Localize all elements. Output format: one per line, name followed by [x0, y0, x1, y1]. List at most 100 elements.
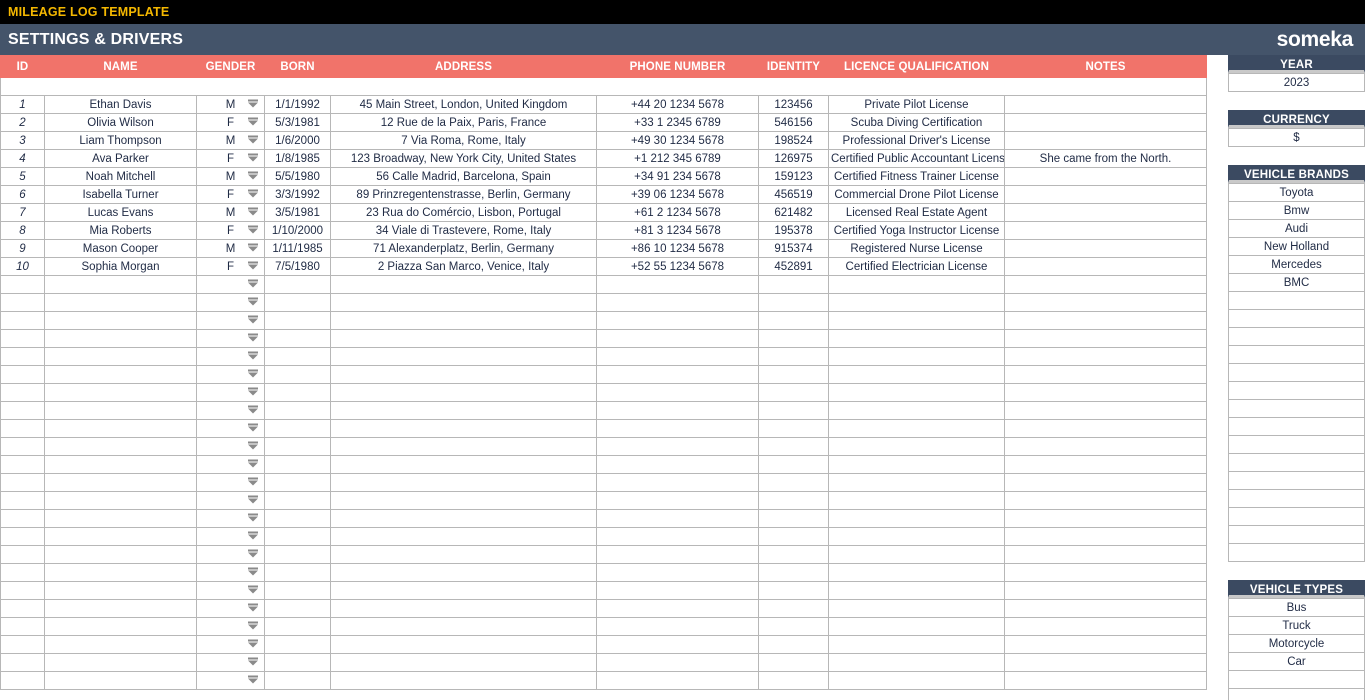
- cell-phone[interactable]: +86 10 1234 5678: [596, 239, 759, 258]
- cell-name[interactable]: Sophia Morgan: [44, 257, 197, 276]
- cell-notes[interactable]: [1004, 455, 1207, 474]
- cell-phone[interactable]: [596, 671, 759, 690]
- chevron-down-icon[interactable]: [248, 495, 258, 503]
- cell-name[interactable]: Noah Mitchell: [44, 167, 197, 186]
- cell-address[interactable]: [330, 599, 597, 618]
- cell-notes[interactable]: [1004, 509, 1207, 528]
- cell-phone[interactable]: [596, 275, 759, 294]
- cell-address[interactable]: [330, 635, 597, 654]
- cell-identity[interactable]: [758, 419, 829, 438]
- cell-gender[interactable]: F: [196, 257, 265, 276]
- cell-name[interactable]: [44, 617, 197, 636]
- column-header-identity[interactable]: IDENTITY: [758, 55, 829, 78]
- column-header-notes[interactable]: NOTES: [1004, 55, 1207, 78]
- cell-born[interactable]: 7/5/1980: [264, 257, 331, 276]
- cell-born[interactable]: 5/3/1981: [264, 113, 331, 132]
- vehicle-brand-value[interactable]: BMC: [1228, 273, 1365, 292]
- chevron-down-icon[interactable]: [248, 675, 258, 683]
- chevron-down-icon[interactable]: [248, 441, 258, 449]
- cell-address[interactable]: 89 Prinzregentenstrasse, Berlin, Germany: [330, 185, 597, 204]
- chevron-down-icon[interactable]: [248, 387, 258, 395]
- cell-address[interactable]: [330, 617, 597, 636]
- cell-name[interactable]: [44, 653, 197, 672]
- cell-notes[interactable]: [1004, 671, 1207, 690]
- chevron-down-icon[interactable]: [248, 153, 258, 161]
- cell-notes[interactable]: [1004, 95, 1207, 114]
- cell-born[interactable]: [264, 311, 331, 330]
- cell-identity[interactable]: [758, 473, 829, 492]
- cell-name[interactable]: [44, 347, 197, 366]
- cell-licence[interactable]: Licensed Real Estate Agent: [828, 203, 1005, 222]
- cell-born[interactable]: [264, 545, 331, 564]
- cell-address[interactable]: [330, 383, 597, 402]
- cell-name[interactable]: Olivia Wilson: [44, 113, 197, 132]
- cell-born[interactable]: [264, 599, 331, 618]
- cell-notes[interactable]: [1004, 221, 1207, 240]
- cell-licence[interactable]: [828, 311, 1005, 330]
- cell-name[interactable]: [44, 491, 197, 510]
- chevron-down-icon[interactable]: [248, 369, 258, 377]
- cell-identity[interactable]: [758, 437, 829, 456]
- cell-born[interactable]: [264, 527, 331, 546]
- cell-born[interactable]: [264, 455, 331, 474]
- cell-notes[interactable]: [1004, 383, 1207, 402]
- cell-licence[interactable]: [828, 293, 1005, 312]
- cell-notes[interactable]: [1004, 239, 1207, 258]
- cell-gender[interactable]: M: [196, 239, 265, 258]
- cell-identity[interactable]: [758, 491, 829, 510]
- cell-address[interactable]: [330, 311, 597, 330]
- cell-gender[interactable]: [196, 545, 265, 564]
- cell-licence[interactable]: [828, 545, 1005, 564]
- cell-gender[interactable]: [196, 617, 265, 636]
- cell-address[interactable]: [330, 437, 597, 456]
- cell-address[interactable]: [330, 329, 597, 348]
- chevron-down-icon[interactable]: [248, 459, 258, 467]
- cell-licence[interactable]: Certified Fitness Trainer License: [828, 167, 1005, 186]
- cell-born[interactable]: [264, 329, 331, 348]
- cell-identity[interactable]: 546156: [758, 113, 829, 132]
- vehicle-brand-value[interactable]: [1228, 327, 1365, 346]
- chevron-down-icon[interactable]: [248, 135, 258, 143]
- cell-gender[interactable]: [196, 383, 265, 402]
- cell-address[interactable]: 123 Broadway, New York City, United Stat…: [330, 149, 597, 168]
- cell-licence[interactable]: [828, 275, 1005, 294]
- cell-name[interactable]: Mason Cooper: [44, 239, 197, 258]
- cell-born[interactable]: [264, 365, 331, 384]
- cell-gender[interactable]: F: [196, 149, 265, 168]
- cell-phone[interactable]: [596, 293, 759, 312]
- cell-name[interactable]: [44, 527, 197, 546]
- cell-address[interactable]: [330, 563, 597, 582]
- cell-notes[interactable]: [1004, 365, 1207, 384]
- vehicle-type-value[interactable]: Motorcycle: [1228, 634, 1365, 653]
- cell-gender[interactable]: M: [196, 203, 265, 222]
- cell-licence[interactable]: [828, 473, 1005, 492]
- cell-notes[interactable]: [1004, 131, 1207, 150]
- cell-name[interactable]: [44, 599, 197, 618]
- chevron-down-icon[interactable]: [248, 351, 258, 359]
- cell-notes[interactable]: [1004, 185, 1207, 204]
- cell-identity[interactable]: [758, 563, 829, 582]
- cell-gender[interactable]: [196, 311, 265, 330]
- chevron-down-icon[interactable]: [248, 531, 258, 539]
- cell-born[interactable]: [264, 401, 331, 420]
- cell-licence[interactable]: [828, 347, 1005, 366]
- cell-gender[interactable]: [196, 329, 265, 348]
- cell-phone[interactable]: [596, 581, 759, 600]
- cell-phone[interactable]: +61 2 1234 5678: [596, 203, 759, 222]
- cell-address[interactable]: 23 Rua do Comércio, Lisbon, Portugal: [330, 203, 597, 222]
- cell-born[interactable]: [264, 437, 331, 456]
- cell-identity[interactable]: [758, 635, 829, 654]
- cell-name[interactable]: [44, 473, 197, 492]
- cell-licence[interactable]: [828, 635, 1005, 654]
- chevron-down-icon[interactable]: [248, 225, 258, 233]
- cell-identity[interactable]: [758, 347, 829, 366]
- cell-licence[interactable]: Commercial Drone Pilot License: [828, 185, 1005, 204]
- cell-phone[interactable]: +1 212 345 6789: [596, 149, 759, 168]
- cell-identity[interactable]: [758, 671, 829, 690]
- cell-identity[interactable]: [758, 401, 829, 420]
- cell-identity[interactable]: [758, 545, 829, 564]
- cell-identity[interactable]: [758, 293, 829, 312]
- chevron-down-icon[interactable]: [248, 261, 258, 269]
- cell-notes[interactable]: [1004, 617, 1207, 636]
- cell-phone[interactable]: +49 30 1234 5678: [596, 131, 759, 150]
